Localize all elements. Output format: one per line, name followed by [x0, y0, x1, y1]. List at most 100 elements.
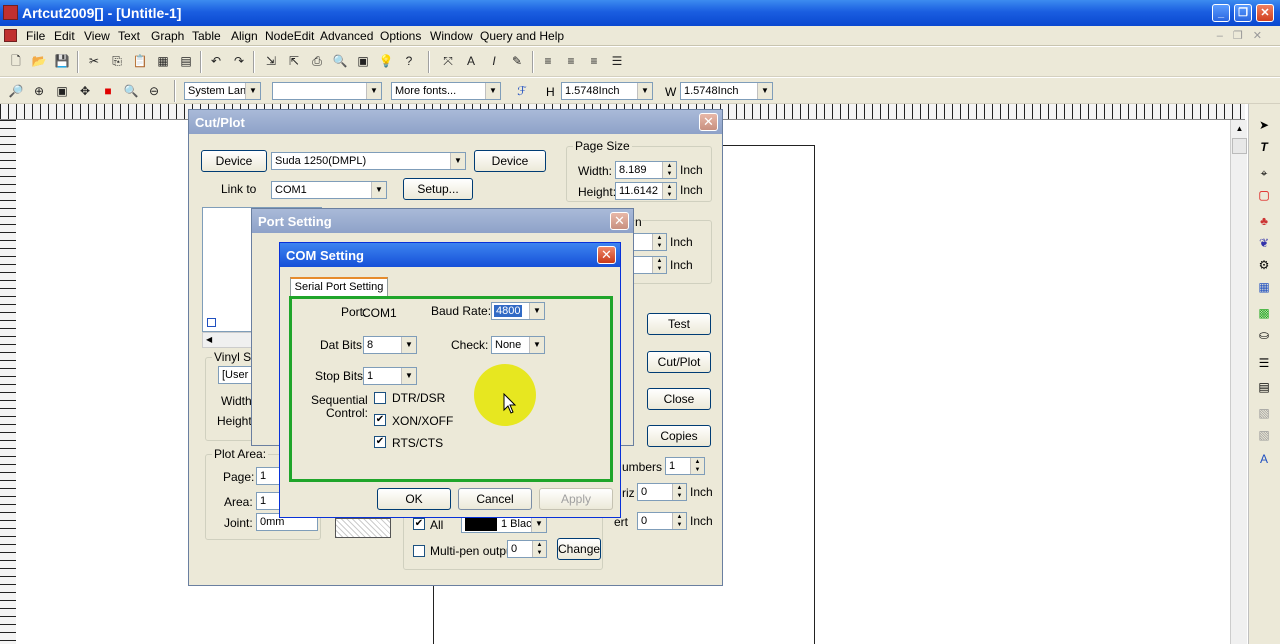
cancel-button[interactable]: Cancel — [458, 488, 532, 510]
clone-icon[interactable]: ▤ — [176, 51, 196, 71]
new-icon[interactable]: 🗋 — [6, 51, 26, 71]
font-name-select[interactable]: ▼ — [272, 82, 382, 100]
align-left-icon[interactable]: ≡ — [538, 51, 558, 71]
check-select[interactable]: None ▼ — [491, 336, 545, 354]
device-button-2[interactable]: Device — [474, 150, 546, 172]
shape-tool-icon[interactable]: ⚙ — [1255, 256, 1273, 274]
preview-icon[interactable]: 🔍 — [330, 51, 350, 71]
select-arrow-icon[interactable]: ➤ — [1255, 116, 1273, 134]
vertical-scrollbar[interactable]: ▲ — [1230, 120, 1247, 644]
bucket-tool-icon[interactable]: ⛀ — [1255, 326, 1273, 344]
mdi-controls[interactable]: –❐✕ — [1217, 29, 1272, 42]
red-square-icon[interactable]: ■ — [98, 81, 118, 101]
menu-options[interactable]: Options — [380, 29, 421, 43]
cut-plot-title[interactable]: Cut/Plot — [189, 110, 722, 134]
import-icon[interactable]: ⇲ — [261, 51, 281, 71]
text-frame-icon[interactable]: A — [461, 51, 481, 71]
more-fonts-select[interactable]: More fonts... ▼ — [391, 82, 501, 100]
redo-icon[interactable]: ↷ — [229, 51, 249, 71]
zoom-fit-icon[interactable]: ▣ — [52, 81, 72, 101]
font-style-icon[interactable]: ℱ — [512, 81, 532, 101]
port-setting-title[interactable]: Port Setting — [252, 209, 633, 233]
duplicate-icon[interactable]: ▦ — [153, 51, 173, 71]
zoom-in-icon[interactable]: ⊕ — [29, 81, 49, 101]
menu-table[interactable]: Table — [192, 29, 221, 43]
justify-icon[interactable]: ☰ — [607, 51, 627, 71]
close-button-dialog[interactable]: Close — [647, 388, 711, 410]
dtr-dsr-checkbox[interactable] — [374, 392, 386, 404]
hatch-pattern-preview[interactable] — [335, 518, 391, 538]
horiz-input[interactable]: 0 ▲ ▼ — [637, 483, 687, 501]
effect-tool-icon[interactable]: ❦ — [1255, 234, 1273, 252]
print-icon[interactable]: ⎙ — [307, 51, 327, 71]
height-input[interactable]: 11.6142 ▲ ▼ — [615, 182, 677, 200]
menu-query-help[interactable]: Query and Help — [480, 29, 564, 43]
help-icon[interactable]: ? — [399, 51, 419, 71]
test-button[interactable]: Test — [647, 313, 711, 335]
scroll-thumb[interactable] — [1232, 138, 1247, 154]
vert-input[interactable]: 0 ▲ ▼ — [637, 512, 687, 530]
setup-button[interactable]: Setup... — [403, 178, 473, 200]
text-replace-icon[interactable]: A — [1255, 450, 1273, 468]
zoom-icon[interactable]: 🔎 — [6, 81, 26, 101]
menu-view[interactable]: View — [84, 29, 110, 43]
export-icon[interactable]: ⇱ — [284, 51, 304, 71]
rts-cts-checkbox[interactable]: ✔ — [374, 436, 386, 448]
stop-bits-select[interactable]: 1 ▼ — [363, 367, 417, 385]
link-to-select[interactable]: COM1 ▼ — [271, 181, 387, 199]
text-edit-icon[interactable]: ✎ — [507, 51, 527, 71]
fit-text-icon[interactable]: ⤧ — [438, 51, 458, 71]
minimize-button[interactable]: _ — [1212, 4, 1230, 22]
cut-plot-close-icon[interactable]: ✕ — [699, 113, 718, 131]
cut-plot-button[interactable]: Cut/Plot — [647, 351, 711, 373]
rectangle-tool-icon[interactable]: ▢ — [1255, 186, 1273, 204]
font-script-select[interactable]: System Lan ▼ — [184, 82, 261, 100]
height-input[interactable]: 1.5748Inch ▼ — [561, 82, 653, 100]
device-button[interactable]: Device — [201, 150, 267, 172]
com-setting-title[interactable]: COM Setting — [280, 243, 620, 267]
save-icon[interactable]: 💾 — [52, 51, 72, 71]
close-button[interactable]: ✕ — [1256, 4, 1274, 22]
zoom-out-icon[interactable]: ⊖ — [144, 81, 164, 101]
paragraph-tool-icon[interactable]: ☰ — [1255, 354, 1273, 372]
zoom-page-icon[interactable]: 🔍 — [121, 81, 141, 101]
xon-xoff-checkbox[interactable]: ✔ — [374, 414, 386, 426]
width-input[interactable]: 8.189 ▲ ▼ — [615, 161, 677, 179]
menu-text[interactable]: Text — [118, 29, 140, 43]
ok-button[interactable]: OK — [377, 488, 451, 510]
menu-align[interactable]: Align — [231, 29, 258, 43]
multipen-input[interactable]: 0 ▲ ▼ — [507, 540, 547, 558]
menu-graph[interactable]: Graph — [151, 29, 184, 43]
change-button[interactable]: Change — [557, 538, 601, 560]
color-tool-icon[interactable]: ▩ — [1255, 304, 1273, 322]
width-input[interactable]: 1.5748Inch ▼ — [680, 82, 773, 100]
device-select[interactable]: Suda 1250(DMPL) ▼ — [271, 152, 466, 170]
scroll-up-icon[interactable]: ▲ — [1232, 121, 1247, 137]
italic-icon[interactable]: I — [484, 51, 504, 71]
fill-tool-icon[interactable]: ♣ — [1255, 212, 1273, 230]
text-tool-icon[interactable]: T — [1255, 138, 1273, 156]
table-tool-icon[interactable]: ▦ — [1255, 278, 1273, 296]
com-setting-close-icon[interactable]: ✕ — [597, 246, 616, 264]
app-title-bar[interactable]: Artcut2009[] - [Untitle-1] _ ❐ ✕ — [0, 0, 1280, 26]
open-icon[interactable]: 📂 — [29, 51, 49, 71]
tip-icon[interactable]: 💡 — [376, 51, 396, 71]
copies-button[interactable]: Copies — [647, 425, 711, 447]
apply-button[interactable]: Apply — [539, 488, 613, 510]
vinyl-size-select[interactable]: [User — [218, 366, 254, 384]
menu-window[interactable]: Window — [430, 29, 473, 43]
copy-icon[interactable]: ⎘ — [107, 51, 127, 71]
layer-tool-icon[interactable]: ▤ — [1255, 378, 1273, 396]
cut-icon[interactable]: ✂ — [84, 51, 104, 71]
baud-rate-select[interactable]: 4800 ▼ — [491, 302, 545, 320]
paste-icon[interactable]: 📋 — [130, 51, 150, 71]
multipen-checkbox[interactable] — [413, 545, 425, 557]
menu-file[interactable]: File — [26, 29, 45, 43]
menu-edit[interactable]: Edit — [54, 29, 75, 43]
restore-button[interactable]: ❐ — [1234, 4, 1252, 22]
align-center-icon[interactable]: ≡ — [561, 51, 581, 71]
menu-advanced[interactable]: Advanced — [320, 29, 373, 43]
menu-nodeedit[interactable]: NodeEdit — [265, 29, 314, 43]
node-edit-icon[interactable]: ⌖ — [1255, 164, 1273, 182]
undo-icon[interactable]: ↶ — [206, 51, 226, 71]
